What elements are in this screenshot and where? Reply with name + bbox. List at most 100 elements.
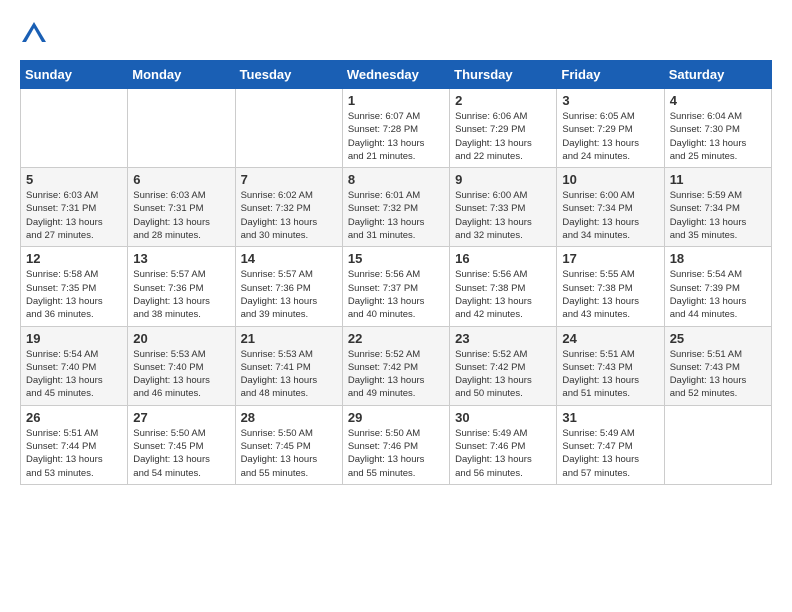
calendar-cell: 3Sunrise: 6:05 AM Sunset: 7:29 PM Daylig… (557, 89, 664, 168)
day-number: 25 (670, 331, 766, 346)
calendar-cell: 22 Sunrise: 5:52 AM Sunset: 7:42 PM Dayli… (342, 326, 449, 405)
calendar-cell: 19Sunrise: 5:54 AM Sunset: 7:40 PM Dayli… (21, 326, 128, 405)
day-info: Sunrise: 5:53 AM Sunset: 7:41 PM Dayligh… (241, 348, 337, 401)
calendar-header-wednesday: Wednesday (342, 61, 449, 89)
calendar-cell: 26 Sunrise: 5:51 AM Sunset: 7:44 PM Dayli… (21, 405, 128, 484)
day-number: 10 (562, 172, 658, 187)
calendar-table: SundayMondayTuesdayWednesdayThursdayFrid… (20, 60, 772, 485)
day-number: 26 (26, 410, 122, 425)
day-info: Sunrise: 6:00 AM Sunset: 7:33 PM Dayligh… (455, 189, 551, 242)
page: SundayMondayTuesdayWednesdayThursdayFrid… (0, 0, 792, 495)
day-info: Sunrise: 5:56 AM Sunset: 7:38 PM Dayligh… (455, 268, 551, 321)
calendar-cell: 2Sunrise: 6:06 AM Sunset: 7:29 PM Daylig… (450, 89, 557, 168)
calendar-cell: 25 Sunrise: 5:51 AM Sunset: 7:43 PM Dayli… (664, 326, 771, 405)
day-number: 30 (455, 410, 551, 425)
day-number: 29 (348, 410, 444, 425)
calendar-header-saturday: Saturday (664, 61, 771, 89)
calendar-cell: 12 Sunrise: 5:58 AM Sunset: 7:35 PM Dayli… (21, 247, 128, 326)
calendar-cell: 1 Sunrise: 6:07 AM Sunset: 7:28 PM Daylig… (342, 89, 449, 168)
day-info: Sunrise: 5:51 AM Sunset: 7:43 PM Dayligh… (562, 348, 658, 401)
day-info: Sunrise: 5:52 AM Sunset: 7:42 PM Dayligh… (455, 348, 551, 401)
day-info: Sunrise: 6:07 AM Sunset: 7:28 PM Dayligh… (348, 110, 444, 163)
day-info: Sunrise: 6:00 AM Sunset: 7:34 PM Dayligh… (562, 189, 658, 242)
header (20, 20, 772, 48)
calendar-cell: 5 Sunrise: 6:03 AM Sunset: 7:31 PM Daylig… (21, 168, 128, 247)
day-number: 24 (562, 331, 658, 346)
day-info: Sunrise: 6:01 AM Sunset: 7:32 PM Dayligh… (348, 189, 444, 242)
day-number: 8 (348, 172, 444, 187)
calendar-cell: 9 Sunrise: 6:00 AM Sunset: 7:33 PM Daylig… (450, 168, 557, 247)
day-info: Sunrise: 6:02 AM Sunset: 7:32 PM Dayligh… (241, 189, 337, 242)
day-info: Sunrise: 5:53 AM Sunset: 7:40 PM Dayligh… (133, 348, 229, 401)
calendar-cell: 7Sunrise: 6:02 AM Sunset: 7:32 PM Daylig… (235, 168, 342, 247)
day-info: Sunrise: 5:55 AM Sunset: 7:38 PM Dayligh… (562, 268, 658, 321)
calendar-week-row: 19Sunrise: 5:54 AM Sunset: 7:40 PM Dayli… (21, 326, 772, 405)
logo (20, 20, 52, 48)
day-info: Sunrise: 5:57 AM Sunset: 7:36 PM Dayligh… (241, 268, 337, 321)
day-info: Sunrise: 5:49 AM Sunset: 7:46 PM Dayligh… (455, 427, 551, 480)
calendar-cell: 11 Sunrise: 5:59 AM Sunset: 7:34 PM Dayli… (664, 168, 771, 247)
day-number: 1 (348, 93, 444, 108)
day-info: Sunrise: 5:51 AM Sunset: 7:43 PM Dayligh… (670, 348, 766, 401)
day-info: Sunrise: 5:56 AM Sunset: 7:37 PM Dayligh… (348, 268, 444, 321)
calendar-cell: 23 Sunrise: 5:52 AM Sunset: 7:42 PM Dayli… (450, 326, 557, 405)
day-info: Sunrise: 6:04 AM Sunset: 7:30 PM Dayligh… (670, 110, 766, 163)
logo-icon (20, 20, 48, 48)
day-number: 19 (26, 331, 122, 346)
day-number: 15 (348, 251, 444, 266)
calendar-cell: 21 Sunrise: 5:53 AM Sunset: 7:41 PM Dayli… (235, 326, 342, 405)
calendar-cell: 30 Sunrise: 5:49 AM Sunset: 7:46 PM Dayli… (450, 405, 557, 484)
day-number: 16 (455, 251, 551, 266)
day-info: Sunrise: 5:50 AM Sunset: 7:45 PM Dayligh… (241, 427, 337, 480)
calendar-week-row: 12 Sunrise: 5:58 AM Sunset: 7:35 PM Dayli… (21, 247, 772, 326)
day-number: 21 (241, 331, 337, 346)
calendar-header-monday: Monday (128, 61, 235, 89)
calendar-cell: 20 Sunrise: 5:53 AM Sunset: 7:40 PM Dayli… (128, 326, 235, 405)
day-number: 2 (455, 93, 551, 108)
day-info: Sunrise: 5:50 AM Sunset: 7:45 PM Dayligh… (133, 427, 229, 480)
calendar-header-friday: Friday (557, 61, 664, 89)
calendar-cell (235, 89, 342, 168)
calendar-cell: 16 Sunrise: 5:56 AM Sunset: 7:38 PM Dayli… (450, 247, 557, 326)
day-number: 14 (241, 251, 337, 266)
calendar-header-thursday: Thursday (450, 61, 557, 89)
calendar-cell: 14 Sunrise: 5:57 AM Sunset: 7:36 PM Dayli… (235, 247, 342, 326)
day-number: 11 (670, 172, 766, 187)
calendar-cell: 6Sunrise: 6:03 AM Sunset: 7:31 PM Daylig… (128, 168, 235, 247)
calendar-cell: 10 Sunrise: 6:00 AM Sunset: 7:34 PM Dayli… (557, 168, 664, 247)
day-info: Sunrise: 5:49 AM Sunset: 7:47 PM Dayligh… (562, 427, 658, 480)
day-info: Sunrise: 5:51 AM Sunset: 7:44 PM Dayligh… (26, 427, 122, 480)
day-info: Sunrise: 5:52 AM Sunset: 7:42 PM Dayligh… (348, 348, 444, 401)
day-info: Sunrise: 5:57 AM Sunset: 7:36 PM Dayligh… (133, 268, 229, 321)
calendar-cell: 28Sunrise: 5:50 AM Sunset: 7:45 PM Dayli… (235, 405, 342, 484)
day-number: 5 (26, 172, 122, 187)
calendar-cell: 18Sunrise: 5:54 AM Sunset: 7:39 PM Dayli… (664, 247, 771, 326)
day-number: 6 (133, 172, 229, 187)
day-number: 13 (133, 251, 229, 266)
calendar-cell: 4Sunrise: 6:04 AM Sunset: 7:30 PM Daylig… (664, 89, 771, 168)
day-number: 9 (455, 172, 551, 187)
calendar-header-row: SundayMondayTuesdayWednesdayThursdayFrid… (21, 61, 772, 89)
calendar-cell: 15 Sunrise: 5:56 AM Sunset: 7:37 PM Dayli… (342, 247, 449, 326)
day-info: Sunrise: 5:59 AM Sunset: 7:34 PM Dayligh… (670, 189, 766, 242)
day-number: 23 (455, 331, 551, 346)
calendar-week-row: 5 Sunrise: 6:03 AM Sunset: 7:31 PM Daylig… (21, 168, 772, 247)
day-number: 22 (348, 331, 444, 346)
day-info: Sunrise: 6:05 AM Sunset: 7:29 PM Dayligh… (562, 110, 658, 163)
calendar-header-tuesday: Tuesday (235, 61, 342, 89)
calendar-cell (664, 405, 771, 484)
calendar-week-row: 26 Sunrise: 5:51 AM Sunset: 7:44 PM Dayli… (21, 405, 772, 484)
day-info: Sunrise: 5:58 AM Sunset: 7:35 PM Dayligh… (26, 268, 122, 321)
day-number: 17 (562, 251, 658, 266)
day-number: 12 (26, 251, 122, 266)
day-number: 27 (133, 410, 229, 425)
day-info: Sunrise: 6:03 AM Sunset: 7:31 PM Dayligh… (26, 189, 122, 242)
day-number: 31 (562, 410, 658, 425)
calendar-cell: 8 Sunrise: 6:01 AM Sunset: 7:32 PM Daylig… (342, 168, 449, 247)
calendar-cell: 29 Sunrise: 5:50 AM Sunset: 7:46 PM Dayli… (342, 405, 449, 484)
day-number: 20 (133, 331, 229, 346)
calendar-week-row: 1 Sunrise: 6:07 AM Sunset: 7:28 PM Daylig… (21, 89, 772, 168)
calendar-cell: 13 Sunrise: 5:57 AM Sunset: 7:36 PM Dayli… (128, 247, 235, 326)
day-info: Sunrise: 5:50 AM Sunset: 7:46 PM Dayligh… (348, 427, 444, 480)
calendar-cell (21, 89, 128, 168)
